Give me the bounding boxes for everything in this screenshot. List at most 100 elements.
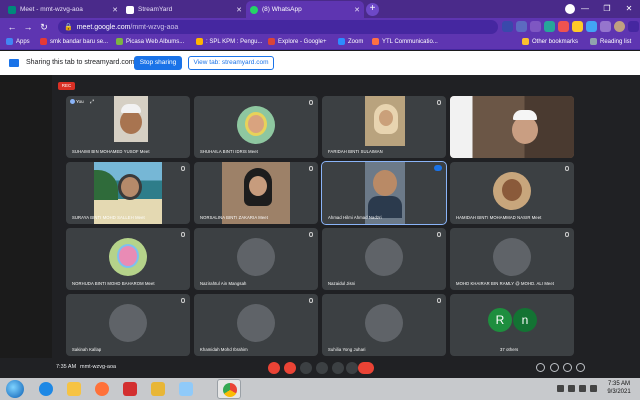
clock-date: 9/3/2021 xyxy=(607,389,631,395)
address-bar[interactable]: 🔒 meet.google.com /mmt-wzvg-aoa xyxy=(58,20,498,34)
people-icon[interactable] xyxy=(550,363,559,372)
taskbar-clock[interactable]: 7:35 AM 9/3/2021 xyxy=(601,380,637,396)
mic-off-button[interactable] xyxy=(268,362,280,374)
bookmark-apps[interactable]: Apps xyxy=(6,38,30,45)
taskbar-files[interactable] xyxy=(146,379,170,399)
participant-face xyxy=(120,110,142,134)
present-button[interactable] xyxy=(316,362,328,374)
extension-icon[interactable] xyxy=(544,21,555,32)
reading-list[interactable]: Reading list xyxy=(590,38,631,45)
participant-avatar xyxy=(365,238,403,276)
network-icon[interactable] xyxy=(568,385,575,392)
close-tab-icon[interactable]: ✕ xyxy=(112,6,118,14)
participant-tile[interactable]: FARIDAH BINTI SULAIMAN xyxy=(322,96,446,158)
maximize-button[interactable]: ❐ xyxy=(596,0,618,18)
sharing-text: Sharing this tab to streamyard.com xyxy=(26,59,135,66)
tab-streamyard[interactable]: StreamYard ✕ xyxy=(122,1,246,18)
puzzle-icon[interactable] xyxy=(600,21,611,32)
lock-icon: 🔒 xyxy=(64,24,73,31)
star-icon[interactable] xyxy=(530,21,541,32)
bookmark-item[interactable]: Picasa Web Albums... xyxy=(116,38,184,45)
taskbar-media[interactable] xyxy=(118,379,142,399)
bookmark-item[interactable]: Zoom xyxy=(338,38,363,45)
participant-cap xyxy=(121,104,141,113)
back-icon[interactable]: ← xyxy=(6,21,18,33)
bookmark-icon xyxy=(116,38,123,45)
tab-whatsapp[interactable]: (8) WhatsApp ✕ xyxy=(246,1,364,18)
meeting-time: 7:35 AM xyxy=(56,364,77,370)
participant-tile[interactable]: SHUHAILA BINTI IDRIS Meet xyxy=(194,96,318,158)
notepad-icon xyxy=(179,382,193,396)
extension-icon[interactable] xyxy=(572,21,583,32)
share-icon[interactable] xyxy=(516,21,527,32)
participant-tile[interactable]: Nazirahtul Ain Mangsah xyxy=(194,228,318,290)
taskbar-ie[interactable] xyxy=(34,379,58,399)
tab-meet[interactable]: Meet - mmt-wzvg-aoa ✕ xyxy=(4,1,122,18)
extension-icon[interactable] xyxy=(558,21,569,32)
camera-off-button[interactable] xyxy=(284,362,296,374)
participant-tile[interactable]: SURAYA BINTI MOHD SALLEH Meet xyxy=(66,162,190,224)
profile-avatar[interactable] xyxy=(614,21,625,32)
mic-off-icon xyxy=(309,232,313,237)
media-icon xyxy=(123,382,137,396)
participant-name: SURAYA BINTI MOHD SALLEH Meet xyxy=(72,215,145,220)
other-bookmarks[interactable]: Other bookmarks xyxy=(522,38,578,45)
windows-taskbar: 7:35 AM 9/3/2021 xyxy=(0,378,640,400)
leave-call-button[interactable] xyxy=(358,362,374,374)
stop-sharing-button[interactable]: Stop sharing xyxy=(134,56,182,70)
taskbar-notepad[interactable] xyxy=(174,379,198,399)
view-tab-button[interactable]: View tab: streamyard.com xyxy=(188,56,274,70)
taskbar-firefox[interactable] xyxy=(90,379,114,399)
close-tab-icon[interactable]: ✕ xyxy=(354,6,360,14)
participant-name: Khamidah Mohd Ibrahim xyxy=(200,347,248,352)
participant-face xyxy=(245,112,267,136)
camera-icon[interactable] xyxy=(502,21,513,32)
minimize-button[interactable]: — xyxy=(574,0,596,18)
flag-icon[interactable] xyxy=(557,385,564,392)
pin-icon[interactable] xyxy=(70,99,75,104)
others-tile[interactable]: R n 37 others xyxy=(450,294,574,356)
participant-tile[interactable]: Nazaidul Jisni xyxy=(322,228,446,290)
participant-face xyxy=(117,244,139,268)
bookmark-item[interactable]: smk bandar baru se... xyxy=(40,38,108,45)
participant-tile[interactable]: NORSALINA BINTI ZAKARIA Meet xyxy=(194,162,318,224)
extension-icon[interactable] xyxy=(586,21,597,32)
participant-tile[interactable] xyxy=(450,96,574,158)
activities-icon[interactable] xyxy=(576,363,585,372)
raise-hand-button[interactable] xyxy=(332,362,344,374)
bookmarks-bar: Apps smk bandar baru se... Picasa Web Al… xyxy=(0,36,640,50)
info-icon[interactable] xyxy=(536,363,545,372)
participant-face xyxy=(118,174,142,200)
you-label: You xyxy=(76,99,84,104)
bookmark-item[interactable]: : SPL KPM : Pengu... xyxy=(196,38,262,45)
bookmark-item[interactable]: Explore - Google+ xyxy=(268,38,327,45)
participant-avatar xyxy=(109,304,147,342)
expand-icon[interactable]: ⤢ xyxy=(90,99,94,105)
participant-tile[interactable]: Khamidah Mohd Ibrahim xyxy=(194,294,318,356)
close-tab-icon[interactable]: ✕ xyxy=(236,6,242,14)
participant-tile[interactable]: HAMIDAH BINTI MOHAMMAD NASIR Meet xyxy=(450,162,574,224)
reload-icon[interactable]: ↻ xyxy=(38,21,50,33)
new-tab-button[interactable]: + xyxy=(366,3,379,16)
more-options-button[interactable] xyxy=(346,362,358,374)
participant-tile[interactable]: MOHD KHAIRAR BIN RAMLY @ MOHD. ALI Meet xyxy=(450,228,574,290)
participant-tile[interactable]: You ⤢ SUHAIMI BIN MOHAMED YUSOF Meet xyxy=(66,96,190,158)
forward-icon[interactable]: → xyxy=(22,21,34,33)
participant-tile[interactable]: NORHUDA BINTI MOHD BAHAROM Meet xyxy=(66,228,190,290)
close-window-button[interactable]: ✕ xyxy=(618,0,640,18)
start-button[interactable] xyxy=(6,380,24,398)
bookmark-item[interactable]: YTL Communicatio... xyxy=(372,38,438,45)
captions-button[interactable] xyxy=(300,362,312,374)
participant-tile[interactable]: Sakinah Kallap xyxy=(66,294,190,356)
chat-icon[interactable] xyxy=(563,363,572,372)
taskbar-chrome[interactable] xyxy=(217,379,241,399)
battery-icon[interactable] xyxy=(590,385,597,392)
participant-tile[interactable]: Suhilia Yong Juhari xyxy=(322,294,446,356)
meet-controls-bar: 7:35 AM mmt-wzvg-aoa xyxy=(0,358,640,378)
volume-icon[interactable] xyxy=(579,385,586,392)
taskbar-explorer[interactable] xyxy=(62,379,86,399)
participant-tile-speaking[interactable]: Ahmad Hilmi Ahmad Nadzri xyxy=(321,161,447,225)
tab-label: Meet - mmt-wzvg-aoa xyxy=(20,6,83,13)
menu-icon[interactable] xyxy=(628,21,639,32)
screen-share-icon xyxy=(9,59,19,67)
